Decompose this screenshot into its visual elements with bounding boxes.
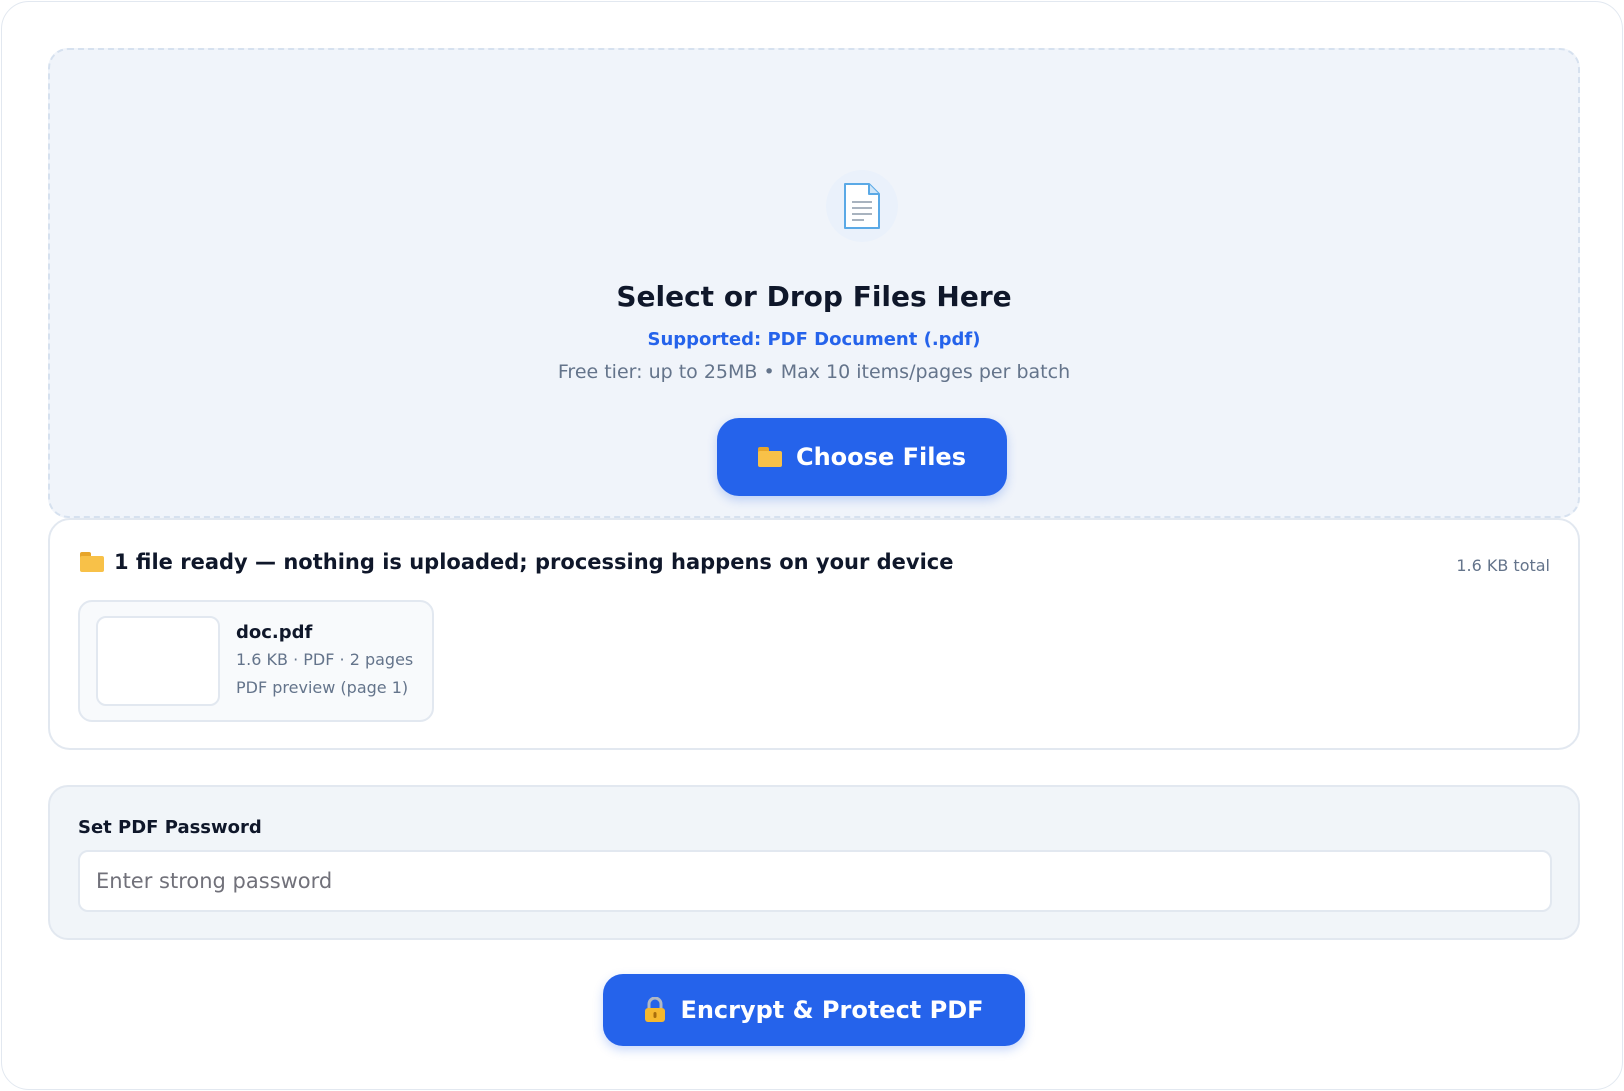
- supported-formats: Supported: PDF Document (.pdf): [647, 329, 981, 350]
- encrypt-button-label: Encrypt & Protect PDF: [680, 996, 984, 1024]
- tier-limits: Free tier: up to 25MB • Max 10 items/pag…: [557, 361, 1071, 383]
- folder-icon: [757, 447, 782, 467]
- password-label: Set PDF Password: [78, 817, 262, 838]
- files-header-text: 1 file ready — nothing is uploaded; proc…: [114, 550, 954, 574]
- file-preview-label: PDF preview (page 1): [236, 678, 409, 697]
- drop-zone-title: Select or Drop Files Here: [616, 280, 1012, 313]
- tool-card: Select or Drop Files Here Supported: PDF…: [1, 1, 1623, 1090]
- file-meta: 1.6 KB · PDF · 2 pages: [236, 650, 414, 669]
- folder-icon: [80, 552, 104, 572]
- password-input[interactable]: [78, 850, 1552, 912]
- files-header: 1 file ready — nothing is uploaded; proc…: [80, 550, 953, 574]
- files-total-size: 1.6 KB total: [1456, 556, 1550, 575]
- password-panel: Set PDF Password: [48, 785, 1580, 940]
- file-drop-zone[interactable]: Select or Drop Files Here Supported: PDF…: [48, 48, 1580, 518]
- encrypt-protect-button[interactable]: Encrypt & Protect PDF: [603, 974, 1025, 1046]
- lock-icon: [645, 997, 666, 1022]
- document-icon-badge: [826, 170, 898, 242]
- file-name: doc.pdf: [236, 622, 313, 643]
- files-panel: 1 file ready — nothing is uploaded; proc…: [48, 518, 1580, 750]
- choose-files-label: Choose Files: [795, 443, 966, 471]
- choose-files-button[interactable]: Choose Files: [717, 418, 1007, 496]
- document-icon: [844, 183, 880, 229]
- file-thumbnail: [96, 616, 220, 706]
- file-card[interactable]: doc.pdf 1.6 KB · PDF · 2 pages PDF previ…: [78, 600, 434, 722]
